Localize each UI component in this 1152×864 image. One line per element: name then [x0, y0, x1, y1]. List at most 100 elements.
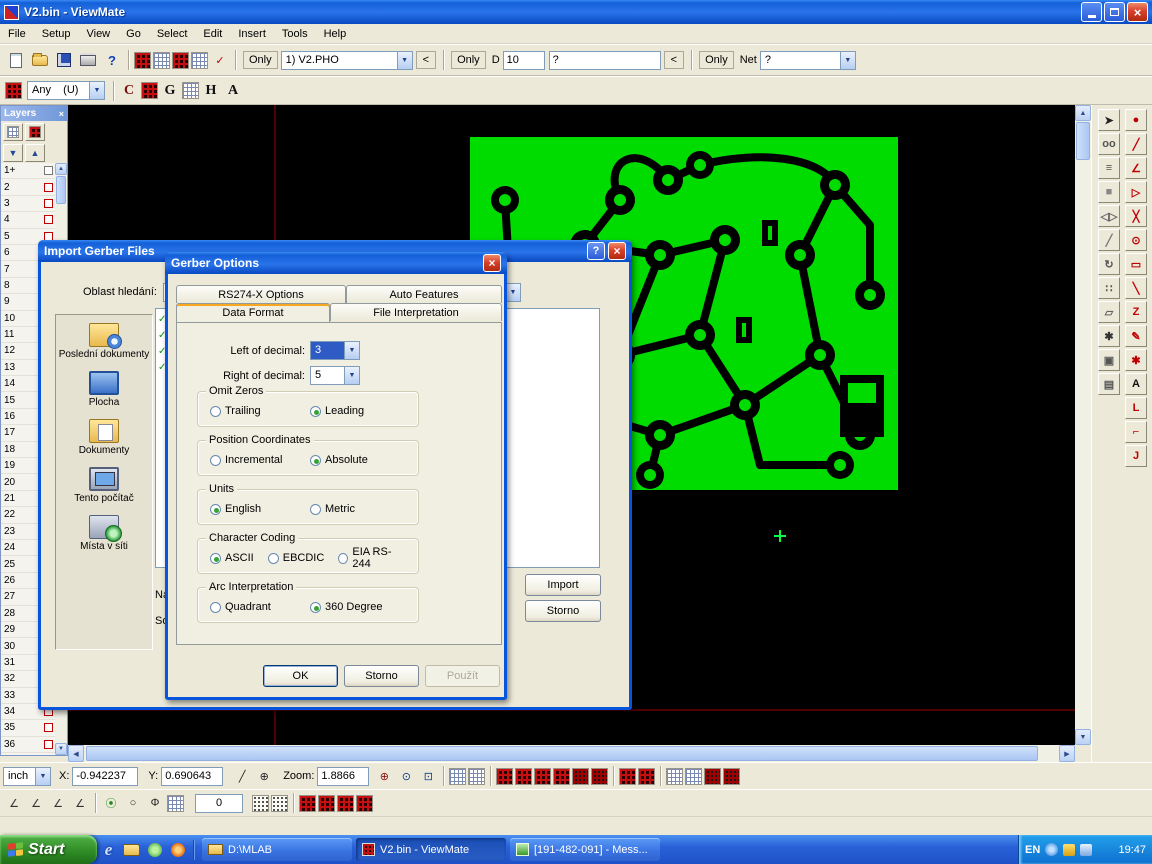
radio-quadrant[interactable]: Quadrant: [210, 601, 296, 613]
ok-button[interactable]: OK: [263, 665, 338, 687]
scroll-left-icon[interactable]: ◀: [68, 745, 84, 762]
close-icon[interactable]: ×: [59, 109, 64, 119]
pattern-icon[interactable]: [534, 768, 551, 785]
save-file-button[interactable]: [53, 49, 75, 71]
tab-rs274x-options[interactable]: RS274-X Options: [176, 285, 346, 303]
radio-eia-rs-244[interactable]: EIA RS-244: [338, 546, 404, 570]
layer-color-box[interactable]: [44, 199, 53, 208]
filled-rect-icon[interactable]: ■: [1098, 181, 1120, 203]
help-button[interactable]: ?: [587, 242, 605, 260]
menu-view[interactable]: View: [78, 26, 118, 42]
pattern-icon[interactable]: [572, 768, 589, 785]
draw-j-icon[interactable]: J: [1125, 445, 1147, 467]
dots-icon[interactable]: ∷: [1098, 277, 1120, 299]
place-recent[interactable]: Poslední dokumenty: [58, 323, 150, 360]
draw-arrow-icon[interactable]: ▷: [1125, 181, 1147, 203]
zoom-window-icon[interactable]: ⊡: [418, 766, 438, 786]
scroll-right-icon[interactable]: ▶: [1059, 745, 1075, 762]
radio-incremental[interactable]: Incremental: [210, 454, 296, 466]
scroll-down-icon[interactable]: ▼: [1075, 729, 1091, 745]
zoom-in-icon[interactable]: ⊕: [374, 766, 394, 786]
layers-panel-titlebar[interactable]: Layers ×: [1, 106, 67, 121]
open-file-button[interactable]: [29, 49, 51, 71]
language-indicator[interactable]: EN: [1025, 844, 1040, 856]
radio-button-icon[interactable]: [210, 455, 221, 466]
layer-row-36[interactable]: 36: [1, 737, 56, 753]
start-button[interactable]: Start: [0, 835, 97, 864]
layer-color-box[interactable]: [44, 723, 53, 732]
chevron-down-icon[interactable]: ▼: [89, 82, 104, 99]
hatch-icon[interactable]: ╱: [1098, 229, 1120, 251]
pattern-icon[interactable]: [496, 768, 513, 785]
chevron-down-icon[interactable]: ▼: [344, 342, 359, 359]
radio-ascii[interactable]: ASCII: [210, 552, 254, 564]
pattern-icon[interactable]: [553, 768, 570, 785]
only-layer-button[interactable]: Only: [243, 51, 278, 69]
menu-setup[interactable]: Setup: [34, 26, 79, 42]
layer-row-2[interactable]: 2: [1, 179, 56, 195]
pattern-icon[interactable]: [356, 795, 373, 812]
import-button[interactable]: Import: [525, 574, 601, 596]
draw-l-icon[interactable]: L: [1125, 397, 1147, 419]
layers-grid-icon[interactable]: [3, 123, 23, 141]
scroll-down-icon[interactable]: ▼: [55, 743, 67, 755]
aperture-filter-combo[interactable]: Any (U) ▼: [27, 81, 105, 100]
task-button-message[interactable]: [191-482-091] - Mess...: [510, 838, 660, 861]
pattern-icon[interactable]: [619, 768, 636, 785]
snap-angle-icon[interactable]: ∠: [4, 793, 24, 813]
only-dcode-button[interactable]: Only: [451, 51, 486, 69]
layer-row-35[interactable]: 35: [1, 720, 56, 736]
dcode-grid-icon[interactable]: [134, 52, 151, 69]
prev-net-button[interactable]: <: [664, 51, 684, 69]
pattern-icon[interactable]: [704, 768, 721, 785]
draw-polyline-icon[interactable]: ∠: [1125, 157, 1147, 179]
draw-circle-icon[interactable]: ⊙: [1125, 229, 1147, 251]
chevron-down-icon[interactable]: ▼: [840, 52, 855, 69]
chevron-down-icon[interactable]: ▼: [397, 52, 412, 69]
radio-button-icon[interactable]: [210, 553, 221, 564]
grid-icon[interactable]: [468, 768, 485, 785]
radio-absolute[interactable]: Absolute: [310, 454, 368, 466]
layer-row-1+[interactable]: 1+: [1, 163, 56, 179]
minimize-button[interactable]: [1081, 2, 1102, 22]
clock[interactable]: 19:47: [1118, 844, 1146, 856]
tab-auto-features[interactable]: Auto Features: [346, 285, 502, 303]
check-icon[interactable]: ✓: [210, 50, 230, 70]
pattern-icon[interactable]: [515, 768, 532, 785]
folder-quicklaunch-icon[interactable]: [121, 839, 142, 860]
tab-data-format[interactable]: Data Format: [176, 303, 330, 322]
print-view-icon[interactable]: ▤: [1098, 373, 1120, 395]
set-origin-icon[interactable]: ⊕: [254, 766, 274, 786]
net-combo[interactable]: ? ▼: [760, 51, 856, 70]
grid-tool-icon[interactable]: [182, 82, 199, 99]
radio-button-icon[interactable]: [268, 553, 279, 564]
select-cursor-icon[interactable]: ➤: [1098, 109, 1120, 131]
place-docs[interactable]: Dokumenty: [58, 419, 150, 456]
menu-file[interactable]: File: [0, 26, 34, 42]
close-icon[interactable]: ×: [483, 254, 501, 272]
snap-angle-icon[interactable]: ∠: [70, 793, 90, 813]
task-button-folder[interactable]: D:\MLAB: [202, 838, 352, 861]
draw-corner-icon[interactable]: ⌐: [1125, 421, 1147, 443]
tab-file-interpretation[interactable]: File Interpretation: [330, 303, 502, 321]
layer-view-icon[interactable]: ▣: [1098, 349, 1120, 371]
vscroll-thumb[interactable]: [1076, 122, 1090, 160]
volume-tray-icon[interactable]: [1080, 844, 1092, 856]
cancel-button[interactable]: Storno: [344, 665, 419, 687]
place-computer[interactable]: Tento počítač: [58, 467, 150, 504]
snap-angle-icon[interactable]: ∠: [26, 793, 46, 813]
grid-icon[interactable]: [449, 768, 466, 785]
draw-cross-icon[interactable]: ╳: [1125, 205, 1147, 227]
draw-rect-icon[interactable]: ▭: [1125, 253, 1147, 275]
grid-table-icon[interactable]: [167, 795, 184, 812]
pad-mode-icon[interactable]: Φ: [145, 793, 165, 813]
aperture-grid-icon[interactable]: [172, 52, 189, 69]
radio-button-icon[interactable]: [310, 504, 321, 515]
right-of-decimal-combo[interactable]: 5 ▼: [310, 366, 360, 385]
pattern-icon[interactable]: [299, 795, 316, 812]
settings-icon[interactable]: ✱: [1098, 325, 1120, 347]
hscroll-thumb[interactable]: [86, 746, 1038, 761]
radio-button-icon[interactable]: [310, 455, 321, 466]
messenger-tray-icon[interactable]: [1045, 843, 1058, 856]
radio-button-icon[interactable]: [210, 406, 221, 417]
